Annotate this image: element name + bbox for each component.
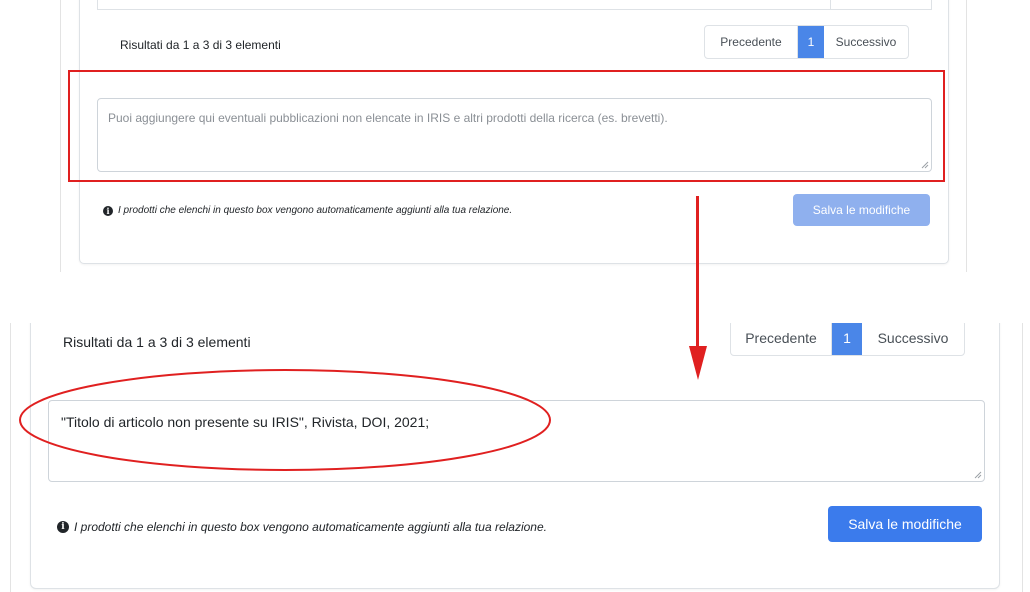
results-info: Risultati da 1 a 3 di 3 elementi: [63, 334, 251, 350]
info-note: i I prodotti che elenchi in questo box v…: [103, 205, 512, 216]
save-button[interactable]: Salva le modifiche: [793, 194, 930, 226]
arrow-down-icon: [689, 346, 707, 380]
pagination-page-1[interactable]: 1: [832, 323, 862, 355]
info-note-text: I prodotti che elenchi in questo box ven…: [74, 520, 547, 534]
pagination-next[interactable]: Successivo: [824, 26, 908, 58]
after-screenshot-panel: Risultati da 1 a 3 di 3 elementi Precede…: [0, 323, 1030, 592]
additional-products-textarea[interactable]: "Titolo di articolo non presente su IRIS…: [48, 400, 985, 482]
pagination-page-1[interactable]: 1: [798, 26, 824, 58]
annotation-arrow-shaft: [696, 196, 699, 348]
pagination: Precedente 1 Successivo: [730, 323, 965, 356]
page-edge-right: [1022, 323, 1023, 592]
save-button[interactable]: Salva le modifiche: [828, 506, 982, 542]
pagination-next[interactable]: Successivo: [862, 323, 964, 355]
info-circle-icon: i: [103, 205, 113, 216]
highlight-rectangle: [68, 70, 945, 182]
publications-table-bottom: [97, 0, 932, 10]
page-edge-left: [60, 0, 61, 272]
pagination: Precedente 1 Successivo: [704, 25, 909, 59]
resize-handle-icon[interactable]: [974, 471, 982, 479]
page-edge-right: [966, 0, 967, 272]
results-info: Risultati da 1 a 3 di 3 elementi: [120, 38, 281, 52]
info-note-text: I prodotti che elenchi in questo box ven…: [118, 205, 513, 216]
pagination-previous[interactable]: Precedente: [731, 323, 832, 355]
textarea-value: "Titolo di articolo non presente su IRIS…: [61, 414, 430, 430]
info-circle-icon: i: [57, 521, 69, 533]
info-note: i I prodotti che elenchi in questo box v…: [57, 520, 547, 534]
pagination-previous[interactable]: Precedente: [705, 26, 798, 58]
publications-card: Risultati da 1 a 3 di 3 elementi Precede…: [30, 323, 1000, 589]
page-edge-left: [10, 323, 11, 592]
